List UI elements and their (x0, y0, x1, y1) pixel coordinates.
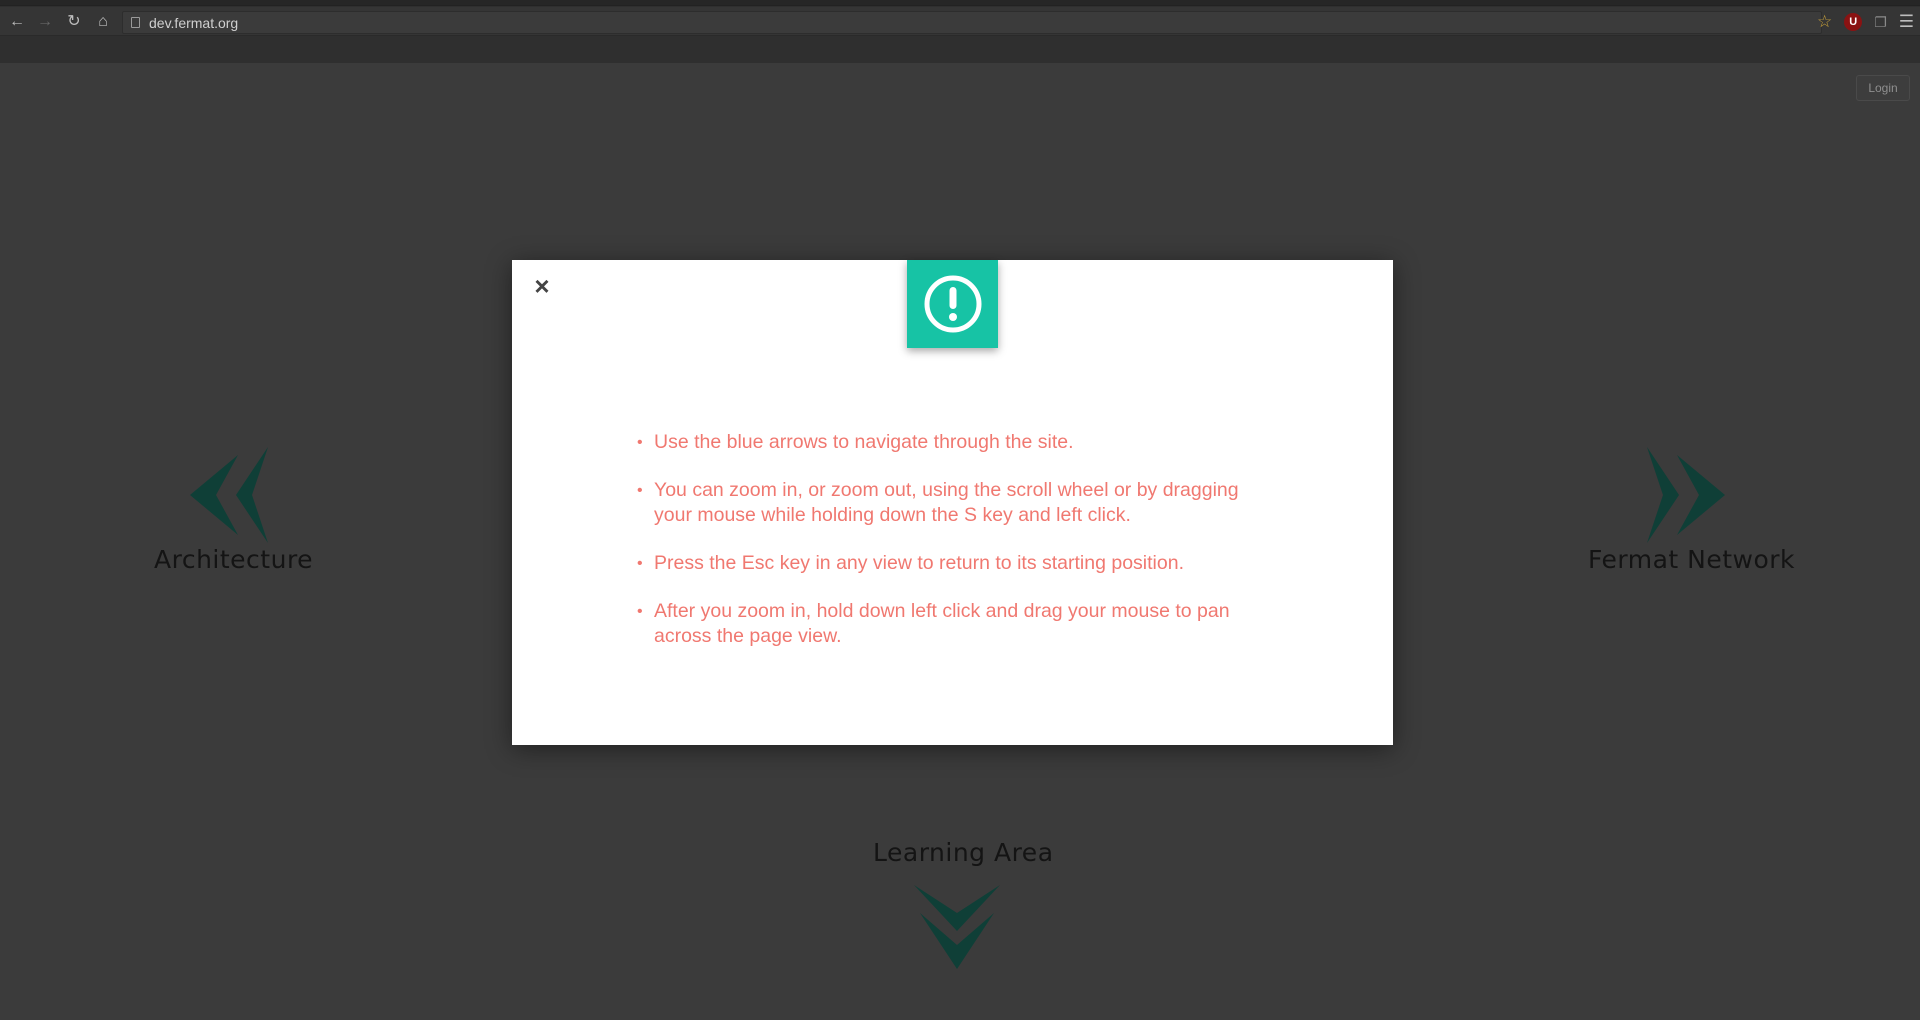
modal-badge (907, 260, 998, 348)
reload-icon: ↻ (67, 13, 81, 30)
bullet-icon: • (637, 434, 643, 451)
nav-label-architecture[interactable]: Architecture (154, 545, 313, 574)
address-bar[interactable]: dev.fermat.org (122, 11, 1822, 34)
ublock-extension-icon[interactable]: U (1844, 13, 1863, 31)
tab-strip (0, 0, 1920, 6)
hamburger-menu-icon[interactable]: ☰ (1899, 13, 1914, 31)
extension-area: ☆ U ❐ ☰ (1817, 12, 1914, 32)
tips-list: • Use the blue arrows to navigate throug… (637, 430, 1277, 672)
close-icon[interactable]: × (530, 273, 554, 299)
nav-label-fermat-network[interactable]: Fermat Network (1588, 545, 1795, 574)
url-text: dev.fermat.org (149, 15, 239, 31)
help-modal: × • Use the blue arrows to navigate thro… (512, 260, 1393, 745)
bullet-icon: • (637, 555, 643, 572)
tip-item: • After you zoom in, hold down left clic… (637, 599, 1277, 649)
arrow-left-icon: ← (9, 13, 25, 30)
double-chevron-down-icon[interactable] (910, 883, 1004, 971)
double-chevron-right-icon[interactable] (1645, 443, 1725, 547)
tip-item: • You can zoom in, or zoom out, using th… (637, 478, 1277, 528)
arrow-right-icon: → (37, 13, 53, 30)
browser-toolbar: ← → ↻ ⌂ dev.fermat.org ☆ U ❐ ☰ (0, 7, 1920, 36)
login-button[interactable]: Login (1856, 75, 1910, 101)
double-chevron-left-icon[interactable] (190, 443, 270, 547)
tip-text: You can zoom in, or zoom out, using the … (654, 479, 1239, 526)
tip-item: • Use the blue arrows to navigate throug… (637, 430, 1277, 455)
bullet-icon: • (637, 603, 643, 620)
tip-text: After you zoom in, hold down left click … (654, 600, 1230, 647)
back-button[interactable]: ← (6, 12, 28, 32)
reload-button[interactable]: ↻ (63, 12, 85, 32)
home-icon: ⌂ (98, 13, 108, 30)
page-icon (131, 17, 140, 28)
tip-text: Use the blue arrows to navigate through … (654, 431, 1074, 453)
tip-text: Press the Esc key in any view to return … (654, 552, 1184, 574)
browser-chrome: ← → ↻ ⌂ dev.fermat.org ☆ U ❐ ☰ (0, 0, 1920, 63)
tip-item: • Press the Esc key in any view to retur… (637, 551, 1277, 576)
star-icon[interactable]: ☆ (1817, 13, 1832, 31)
forward-button[interactable]: → (34, 12, 56, 32)
extension-stack-icon[interactable]: ❐ (1874, 14, 1887, 31)
exclamation-circle-icon (924, 275, 981, 333)
home-button[interactable]: ⌂ (92, 12, 114, 32)
bullet-icon: • (637, 482, 643, 499)
nav-label-learning-area[interactable]: Learning Area (873, 838, 1054, 867)
